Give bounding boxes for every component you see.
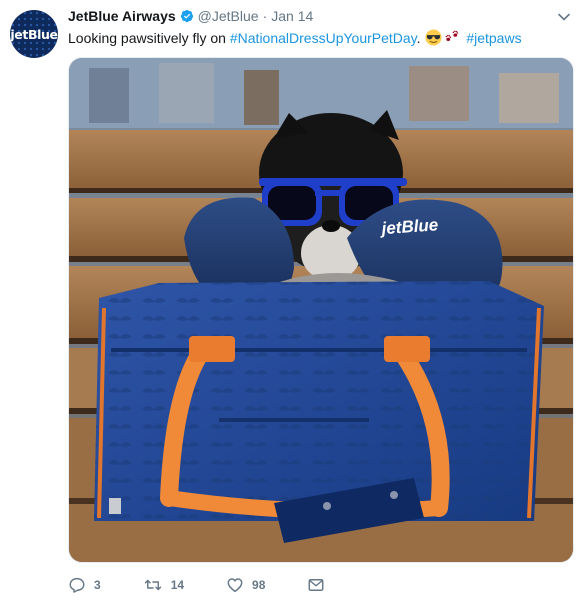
retweet-icon — [144, 579, 161, 591]
tweet-photo[interactable]: jetBlue — [68, 57, 574, 563]
like-button[interactable]: 98 — [226, 576, 265, 594]
tweet-header: JetBlue Airways @JetBlue · Jan 14 — [68, 8, 313, 24]
like-count: 98 — [252, 578, 266, 592]
hashtag-link[interactable]: #jetpaws — [466, 30, 521, 46]
tweet-text-part: . — [416, 30, 425, 46]
tweet-text: Looking pawsitively fly on #NationalDres… — [68, 29, 522, 47]
envelope-icon — [308, 579, 324, 591]
heart-icon — [227, 578, 243, 593]
separator-dot: · — [262, 8, 268, 24]
tweet-text-part: Looking pawsitively fly on — [68, 30, 230, 46]
reply-button[interactable]: 3 — [68, 576, 101, 594]
tweet-actions: 3 14 98 — [68, 574, 375, 596]
avatar-logo-text: jetBlue — [10, 26, 58, 42]
reply-icon — [69, 577, 85, 593]
verified-badge-icon — [180, 9, 193, 23]
hashtag-link[interactable]: #NationalDressUpYourPetDay — [230, 30, 417, 46]
tweet-date[interactable]: Jan 14 — [271, 8, 313, 24]
avatar[interactable]: jetBlue — [10, 10, 58, 58]
dog-in-carrier-photo: jetBlue — [69, 58, 573, 562]
author-handle[interactable]: @JetBlue — [198, 8, 259, 24]
paw-prints-icon — [446, 30, 459, 42]
retweet-button[interactable]: 14 — [143, 576, 184, 594]
author-name[interactable]: JetBlue Airways — [68, 8, 176, 24]
tweet[interactable]: jetBlue JetBlue Airways @JetBlue · Jan 1… — [0, 0, 585, 600]
direct-message-button[interactable] — [307, 576, 333, 594]
retweet-count: 14 — [170, 578, 185, 592]
reply-count: 3 — [94, 578, 101, 592]
chevron-down-icon[interactable] — [557, 10, 571, 24]
smiling-face-with-sunglasses-icon — [425, 29, 442, 46]
